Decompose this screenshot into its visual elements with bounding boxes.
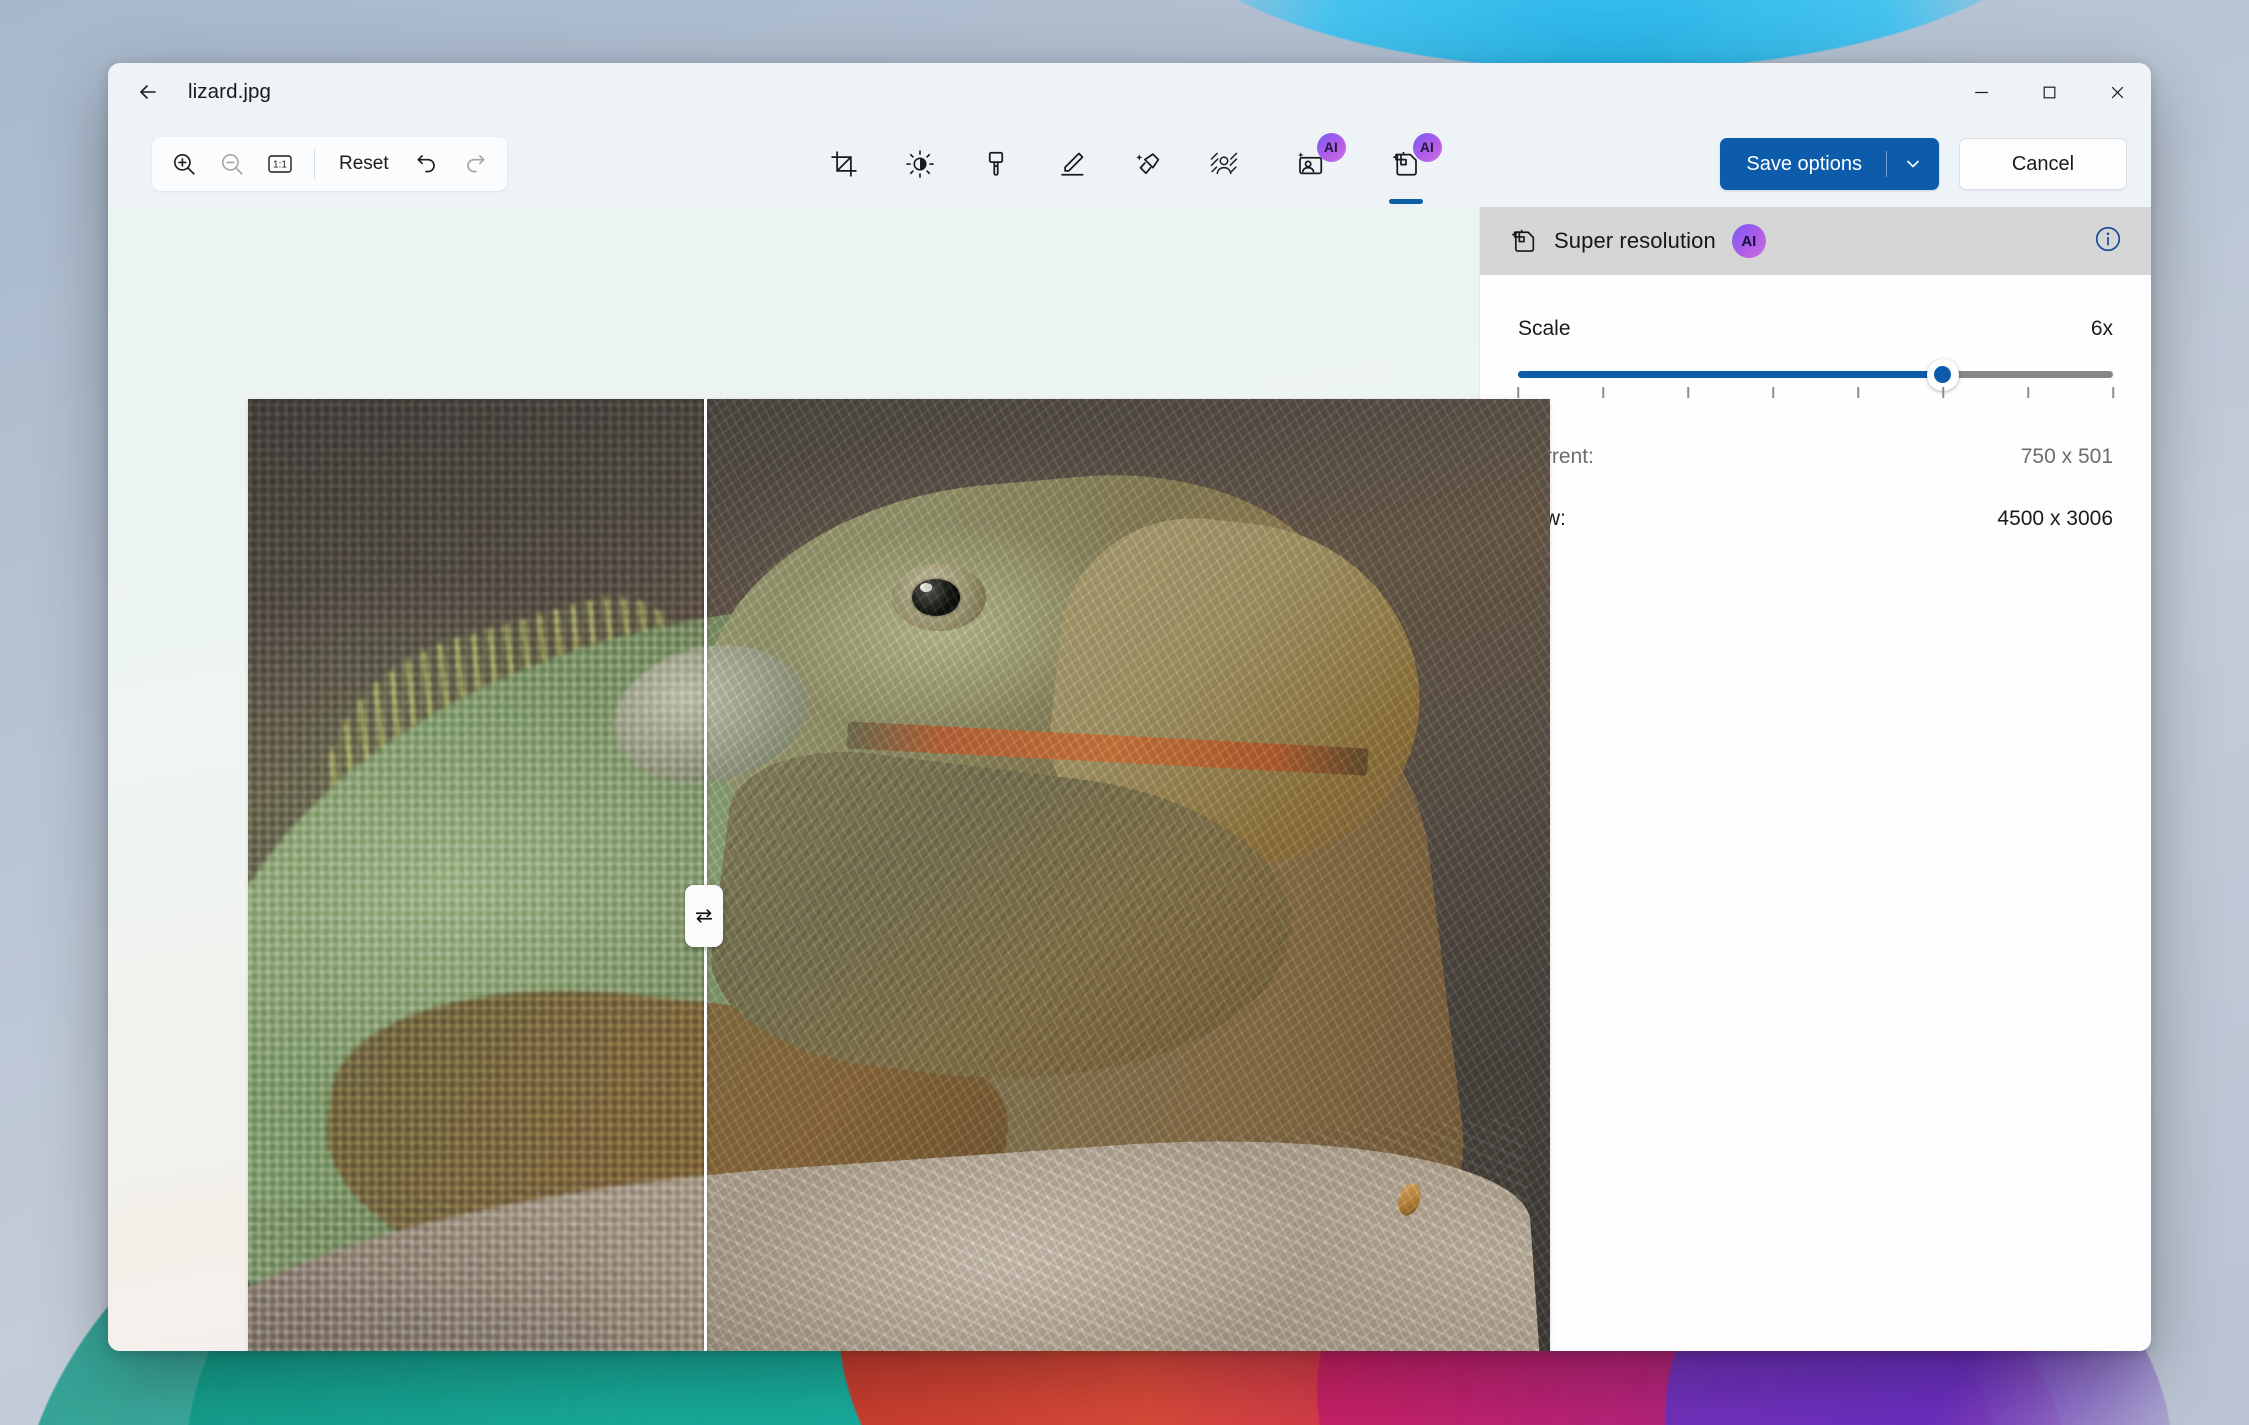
zoom-out-icon bbox=[221, 153, 243, 175]
new-size-row: New: 4500 x 3006 bbox=[1518, 507, 2113, 531]
window-title: lizard.jpg bbox=[188, 80, 272, 103]
editor-body: 750 x 501 4500 × 3006 Super resolution A… bbox=[108, 207, 2151, 1351]
comparison-slider-handle[interactable] bbox=[684, 885, 723, 947]
svg-text:1:1: 1:1 bbox=[273, 160, 287, 171]
tool-adjustment[interactable] bbox=[892, 136, 948, 192]
save-options-label[interactable]: Save options bbox=[1720, 138, 1886, 190]
active-tool-indicator bbox=[1388, 199, 1423, 204]
undo-icon bbox=[417, 155, 435, 173]
editor-toolbar: 1:1 Reset AI AI Save options Cancel bbox=[108, 121, 2151, 207]
magic-eraser-icon bbox=[1135, 153, 1159, 175]
slider-ticks bbox=[1517, 387, 2114, 401]
maximize-icon bbox=[2043, 86, 2055, 98]
reset-button[interactable]: Reset bbox=[325, 142, 403, 186]
info-button[interactable] bbox=[2093, 224, 2123, 259]
new-size-value: 4500 x 3006 bbox=[1997, 507, 2113, 530]
zoom-out-button[interactable] bbox=[208, 142, 256, 186]
scale-value: 6x bbox=[2090, 317, 2113, 340]
title-bar: lizard.jpg bbox=[108, 63, 2151, 121]
toolbar-divider bbox=[314, 149, 315, 179]
slider-tick bbox=[1517, 387, 1519, 398]
info-icon bbox=[2095, 226, 2121, 251]
chevron-down-icon bbox=[1907, 160, 1919, 168]
slider-fill bbox=[1518, 371, 1943, 378]
comparison-split-line bbox=[703, 399, 707, 1351]
background-blur-icon bbox=[1210, 152, 1237, 175]
save-options-dropdown-button[interactable] bbox=[1887, 138, 1939, 190]
image-after-half bbox=[703, 399, 1550, 1351]
back-button[interactable] bbox=[126, 73, 170, 111]
minimize-button[interactable] bbox=[1947, 63, 2015, 121]
ai-badge: AI bbox=[1316, 133, 1346, 162]
maximize-button[interactable] bbox=[2015, 63, 2083, 121]
save-options-split-button[interactable]: Save options bbox=[1720, 138, 1939, 190]
window-controls bbox=[1947, 63, 2151, 121]
tool-erase[interactable] bbox=[1120, 136, 1176, 192]
panel-header: Super resolution AI bbox=[1480, 207, 2151, 275]
paint-brush-icon bbox=[988, 151, 1003, 176]
scale-slider[interactable] bbox=[1517, 358, 2114, 401]
slider-tick bbox=[1687, 387, 1689, 398]
scale-row: Scale 6x bbox=[1518, 317, 2113, 341]
super-resolution-panel: Super resolution AI Scale 6x Current: 75… bbox=[1479, 207, 2151, 1351]
cancel-button[interactable]: Cancel bbox=[1959, 138, 2127, 190]
panel-title: Super resolution bbox=[1554, 228, 1716, 253]
minimize-icon bbox=[1974, 91, 1988, 93]
tool-generative-erase[interactable]: AI bbox=[1272, 133, 1348, 192]
tool-filters[interactable] bbox=[968, 136, 1024, 192]
slider-track[interactable] bbox=[1518, 358, 2113, 391]
current-size-row: Current: 750 x 501 bbox=[1518, 445, 2113, 469]
close-icon bbox=[2111, 86, 2123, 98]
image-canvas-area: 750 x 501 4500 × 3006 bbox=[108, 207, 1550, 1351]
back-arrow-icon bbox=[140, 85, 156, 99]
edit-tools-group: AI AI bbox=[816, 133, 1444, 204]
zoom-in-button[interactable] bbox=[160, 142, 208, 186]
zoom-toolbar-group: 1:1 Reset bbox=[152, 137, 507, 191]
zoom-in-icon bbox=[173, 153, 195, 175]
undo-button[interactable] bbox=[403, 142, 451, 186]
panel-content: Scale 6x Current: 750 x 501 New: 4 bbox=[1480, 275, 2151, 531]
image-after-content bbox=[703, 399, 1550, 1351]
redo-button[interactable] bbox=[451, 142, 499, 186]
pixelation-overlay bbox=[248, 399, 704, 1351]
slider-tick bbox=[1857, 387, 1859, 398]
slider-tick bbox=[2112, 387, 2114, 398]
close-button[interactable] bbox=[2083, 63, 2151, 121]
ai-badge: AI bbox=[1412, 133, 1442, 162]
tool-markup[interactable] bbox=[1044, 136, 1100, 192]
image-comparison-stage[interactable] bbox=[248, 399, 1550, 1351]
crop-icon bbox=[830, 151, 857, 177]
brightness-icon bbox=[905, 150, 934, 178]
tool-super-resolution[interactable]: AI bbox=[1368, 133, 1444, 204]
lizard-scale-texture bbox=[703, 399, 1550, 1351]
slider-thumb[interactable] bbox=[1926, 358, 1959, 391]
redo-icon bbox=[466, 155, 485, 173]
image-before-half bbox=[248, 399, 704, 1351]
action-buttons-group: Save options Cancel bbox=[1720, 138, 2127, 190]
slider-tick bbox=[1602, 387, 1604, 398]
one-to-one-icon: 1:1 bbox=[268, 155, 292, 173]
tool-crop[interactable] bbox=[816, 136, 872, 192]
slider-tick bbox=[2027, 387, 2029, 398]
super-resolution-icon bbox=[1511, 229, 1535, 252]
swap-arrows-icon bbox=[695, 909, 712, 923]
current-size-value: 750 x 501 bbox=[2020, 445, 2113, 468]
pen-icon bbox=[1060, 152, 1083, 176]
actual-size-button[interactable]: 1:1 bbox=[256, 142, 304, 186]
ai-badge: AI bbox=[1731, 224, 1766, 258]
photos-editor-window: lizard.jpg 1:1 Reset AI AI Save options … bbox=[108, 63, 2151, 1351]
scale-label: Scale bbox=[1518, 317, 1571, 340]
wallpaper-blue-arc bbox=[1160, 0, 2060, 70]
slider-tick bbox=[1942, 387, 1944, 398]
slider-tick bbox=[1772, 387, 1774, 398]
tool-blur-background[interactable] bbox=[1196, 136, 1252, 192]
